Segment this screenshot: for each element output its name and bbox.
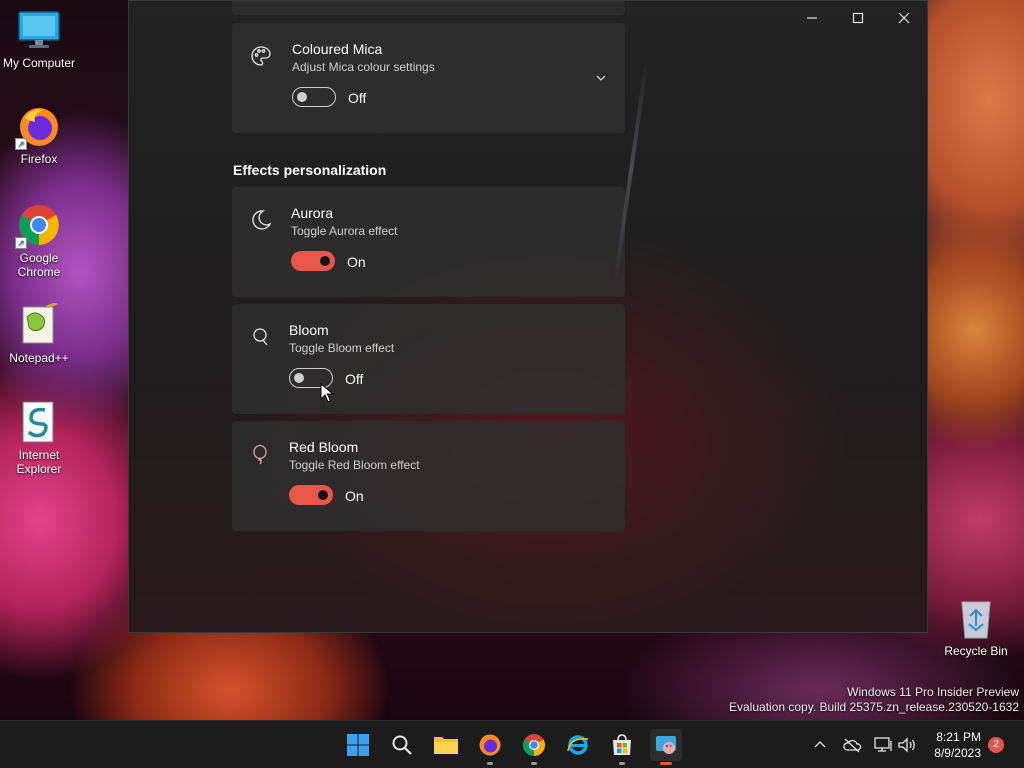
card-title: Red Bloom [289,439,359,455]
search-icon [392,735,412,755]
file-explorer-icon [434,737,458,754]
settings-card-red-bloom[interactable]: Red Bloom Toggle Red Bloom effect On [232,421,625,531]
start-button[interactable] [342,729,374,761]
taskbar-store[interactable] [606,729,638,765]
volume-icon [898,737,915,753]
cloud-offline-icon [843,738,862,753]
tray-volume[interactable] [897,735,917,755]
taskbar-internet-explorer[interactable] [562,729,594,761]
taskbar-search-button[interactable] [386,729,418,761]
toggle-knob [318,490,328,500]
shortcut-arrow-icon: ↗ [15,237,27,249]
settings-card-aurora[interactable]: Aurora Toggle Aurora effect On [232,187,625,297]
monitor-icon [17,8,61,52]
running-indicator [619,762,625,765]
moon-icon [250,209,272,231]
minimize-icon [807,17,817,19]
notification-badge[interactable]: 2 [988,737,1004,753]
firefox-icon: ↗ [15,104,61,150]
taskbar-file-explorer[interactable] [430,729,462,761]
balloon-icon [250,443,272,465]
desktop-icon-label-line1: Google [19,251,59,265]
card-subtitle: Toggle Aurora effect [291,224,398,238]
window-caption-buttons [789,1,927,35]
desktop-icon-google-chrome[interactable]: ↗ Google Chrome [0,203,78,279]
settings-card-coloured-mica[interactable]: Coloured Mica Adjust Mica colour setting… [232,23,625,133]
card-title: Aurora [291,205,334,221]
ie-icon [17,400,61,444]
tray-overflow-chevron[interactable] [810,735,830,755]
tray-network[interactable] [873,735,893,755]
watermark-line1: Windows 11 Pro Insider Preview [847,685,1019,699]
running-indicator [487,762,493,765]
maximize-button[interactable] [835,1,881,35]
close-icon [898,12,910,24]
settings-card-partial [232,1,625,15]
desktop-icon-label-line2: Explorer [16,462,62,476]
toggle-knob [294,373,304,383]
settings-card-bloom[interactable]: Bloom Toggle Bloom effect Off [232,304,625,414]
desktop-icon-notepadpp[interactable]: Notepad++ [0,301,78,365]
desktop-icon-my-computer[interactable]: My Computer [0,8,78,70]
tray-onedrive[interactable] [842,735,862,755]
desktop-icon-label: Firefox [20,152,58,166]
bulb-icon [250,326,272,348]
settings-app-icon [656,736,676,754]
toggle-state-label: On [345,488,364,504]
red-bloom-toggle[interactable] [289,485,333,505]
taskbar-chrome[interactable] [518,729,550,765]
desktop-icon-label-line1: Internet [18,448,60,462]
desktop-icon-label: My Computer [2,56,76,70]
toggle-knob [297,92,307,102]
running-indicator [531,762,537,765]
firefox-icon [479,734,501,756]
card-subtitle: Toggle Red Bloom effect [289,458,420,472]
desktop-icon-label: Recycle Bin [944,644,1008,658]
clock-time: 8:21 PM [936,730,981,744]
chrome-icon: ↗ [15,203,61,249]
desktop-icon-internet-explorer[interactable]: Internet Explorer [0,400,78,476]
desktop-icon-label: Notepad++ [9,351,69,365]
chrome-icon [523,734,545,756]
card-title: Coloured Mica [292,41,383,57]
taskbar: 8:21 PM 8/9/2023 2 [0,720,1024,768]
desktop-icon-recycle-bin[interactable]: Recycle Bin [937,596,1015,658]
toggle-state-label: Off [345,371,364,387]
shortcut-arrow-icon: ↗ [15,138,27,150]
toggle-knob [320,256,330,266]
card-subtitle: Adjust Mica colour settings [292,60,435,74]
edge-ie-icon [567,735,589,755]
desktop-icon-firefox[interactable]: ↗ Firefox [0,104,78,166]
desktop-icon-label-line2: Chrome [17,265,61,279]
chevron-down-icon[interactable] [595,71,607,89]
tray-clock[interactable]: 8:21 PM 8/9/2023 [934,729,981,761]
coloured-mica-toggle[interactable] [292,87,336,107]
watermark-line2: Evaluation copy. Build 25375.zn_release.… [729,700,1019,714]
chevron-up-icon [814,741,826,748]
clock-date: 8/9/2023 [934,746,981,760]
active-indicator [660,762,672,765]
store-icon [613,734,631,755]
minimize-button[interactable] [789,1,835,35]
aurora-toggle[interactable] [291,251,335,271]
close-button[interactable] [881,1,927,35]
toggle-state-label: On [347,254,366,270]
start-icon [347,734,369,756]
toggle-state-label: Off [348,90,367,106]
maximize-icon [852,12,864,24]
palette-icon [250,45,272,67]
taskbar-firefox[interactable] [474,729,506,765]
card-title: Bloom [289,322,329,338]
mouse-cursor-icon [320,382,335,408]
network-icon [874,737,892,752]
settings-window: Coloured Mica Adjust Mica colour setting… [128,0,928,633]
taskbar-settings-app[interactable] [650,729,682,765]
card-subtitle: Toggle Bloom effect [289,341,395,355]
recycle-bin-icon [954,596,998,640]
windows-watermark: Windows 11 Pro Insider Preview Evaluatio… [729,685,1019,715]
notepadpp-icon [17,301,61,347]
section-heading: Effects personalization [233,162,387,178]
